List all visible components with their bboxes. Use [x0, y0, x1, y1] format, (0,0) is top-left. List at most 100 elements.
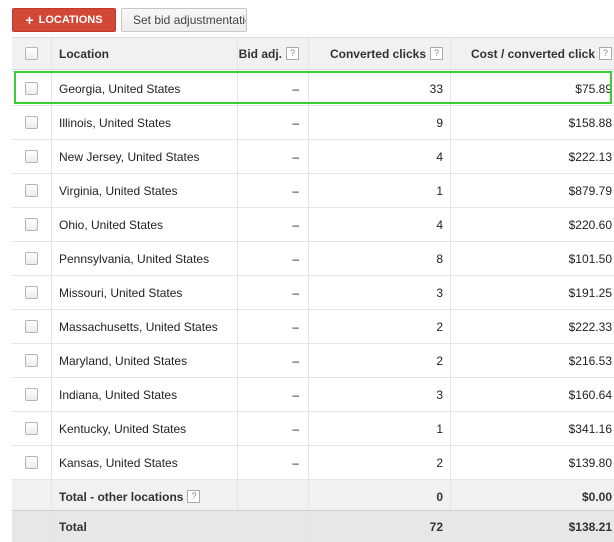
row-cost: $158.88	[450, 106, 614, 139]
table-row: Massachusetts, United States –2 $222.33	[12, 309, 614, 343]
add-locations-button[interactable]: + LOCATIONS	[12, 8, 116, 32]
total-row: Total 72 $138.21	[12, 510, 614, 542]
row-converted-clicks: 2	[308, 310, 450, 343]
row-location: Maryland, United States	[51, 344, 237, 377]
table-row: New Jersey, United States –4 $222.13	[12, 139, 614, 173]
table-row: Missouri, United States –3 $191.25	[12, 275, 614, 309]
header-location[interactable]: Location	[51, 38, 237, 69]
row-checkbox[interactable]	[25, 218, 38, 231]
row-checkbox-cell	[12, 310, 51, 343]
row-checkbox-cell	[12, 276, 51, 309]
row-location: Massachusetts, United States	[51, 310, 237, 343]
row-bid-adj[interactable]: –	[237, 72, 308, 105]
row-checkbox-cell	[12, 242, 51, 275]
row-checkbox[interactable]	[25, 422, 38, 435]
row-cost: $879.79	[450, 174, 614, 207]
row-checkbox-cell	[12, 106, 51, 139]
empty-cell	[12, 511, 51, 542]
row-bid-adj[interactable]: –	[237, 412, 308, 445]
row-checkbox-cell	[12, 446, 51, 479]
row-checkbox[interactable]	[25, 184, 38, 197]
row-converted-clicks: 9	[308, 106, 450, 139]
other-clicks: 0	[308, 480, 450, 513]
help-icon[interactable]: ?	[430, 47, 443, 60]
row-converted-clicks: 4	[308, 140, 450, 173]
row-location: Missouri, United States	[51, 276, 237, 309]
row-checkbox[interactable]	[25, 286, 38, 299]
help-icon[interactable]: ?	[187, 490, 201, 503]
row-bid-adj[interactable]: –	[237, 378, 308, 411]
row-checkbox[interactable]	[25, 82, 38, 95]
row-location: New Jersey, United States	[51, 140, 237, 173]
row-converted-clicks: 2	[308, 344, 450, 377]
row-bid-adj[interactable]: –	[237, 242, 308, 275]
row-bid-adj[interactable]: –	[237, 174, 308, 207]
row-cost: $101.50	[450, 242, 614, 275]
empty-cell	[237, 511, 308, 542]
table-header: Location Bid adj. ? Converted clicks ? C…	[12, 37, 614, 70]
row-bid-adj[interactable]: –	[237, 208, 308, 241]
row-cost: $222.13	[450, 140, 614, 173]
row-location: Kansas, United States	[51, 446, 237, 479]
header-converted-clicks[interactable]: Converted clicks ?	[308, 38, 450, 69]
empty-cell	[237, 480, 308, 513]
table-row: Kentucky, United States –1 $341.16	[12, 411, 614, 445]
header-bid-adj-label: Bid adj.	[238, 46, 282, 61]
header-bid-adj[interactable]: Bid adj. ?	[237, 38, 308, 69]
row-checkbox[interactable]	[25, 252, 38, 265]
row-location: Ohio, United States	[51, 208, 237, 241]
row-converted-clicks: 3	[308, 378, 450, 411]
row-checkbox[interactable]	[25, 150, 38, 163]
row-bid-adj[interactable]: –	[237, 106, 308, 139]
header-converted-clicks-label: Converted clicks	[329, 46, 426, 61]
header-cost-per-click-label: Cost / converted click	[470, 46, 595, 61]
table-row: Maryland, United States –2 $216.53	[12, 343, 614, 377]
table-row: Indiana, United States –3 $160.64	[12, 377, 614, 411]
row-location: Virginia, United States	[51, 174, 237, 207]
row-bid-adj[interactable]: –	[237, 140, 308, 173]
row-cost: $341.16	[450, 412, 614, 445]
row-location: Pennsylvania, United States	[51, 242, 237, 275]
row-checkbox-cell	[12, 412, 51, 445]
row-cost: $139.80	[450, 446, 614, 479]
row-converted-clicks: 33	[308, 72, 450, 105]
row-checkbox[interactable]	[25, 388, 38, 401]
select-all-cell	[12, 38, 51, 69]
row-bid-adj[interactable]: –	[237, 344, 308, 377]
row-converted-clicks: 4	[308, 208, 450, 241]
row-converted-clicks: 1	[308, 174, 450, 207]
header-location-label: Location	[59, 46, 109, 61]
select-all-checkbox[interactable]	[25, 47, 38, 60]
total-label: Total	[51, 511, 237, 542]
row-bid-adj[interactable]: –	[237, 276, 308, 309]
other-locations-cell: Total - other locations ?	[51, 480, 237, 513]
row-converted-clicks: 3	[308, 276, 450, 309]
plus-icon: +	[25, 12, 34, 28]
row-bid-adj[interactable]: –	[237, 310, 308, 343]
row-checkbox[interactable]	[25, 320, 38, 333]
row-checkbox[interactable]	[25, 354, 38, 367]
row-converted-clicks: 8	[308, 242, 450, 275]
row-cost: $160.64	[450, 378, 614, 411]
other-locations-row: Total - other locations ? 0 $0.00	[12, 479, 614, 513]
help-icon[interactable]: ?	[599, 47, 612, 60]
set-bid-adjustment-button[interactable]: Set bid adjustmentation	[121, 8, 247, 32]
help-icon[interactable]: ?	[286, 47, 299, 60]
row-checkbox[interactable]	[25, 456, 38, 469]
table-row: Virginia, United States –1 $879.79	[12, 173, 614, 207]
row-cost: $191.25	[450, 276, 614, 309]
row-checkbox-cell	[12, 344, 51, 377]
row-location: Illinois, United States	[51, 106, 237, 139]
table-row: Illinois, United States –9 $158.88	[12, 105, 614, 139]
table-row: Pennsylvania, United States –8 $101.50	[12, 241, 614, 275]
row-bid-adj[interactable]: –	[237, 446, 308, 479]
row-converted-clicks: 1	[308, 412, 450, 445]
header-cost-per-click[interactable]: Cost / converted click ?	[450, 38, 614, 69]
total-cost: $138.21	[450, 511, 614, 542]
row-checkbox-cell	[12, 378, 51, 411]
other-cost: $0.00	[450, 480, 614, 513]
table-row: Ohio, United States –4 $220.60	[12, 207, 614, 241]
row-cost: $216.53	[450, 344, 614, 377]
row-checkbox[interactable]	[25, 116, 38, 129]
row-location: Kentucky, United States	[51, 412, 237, 445]
